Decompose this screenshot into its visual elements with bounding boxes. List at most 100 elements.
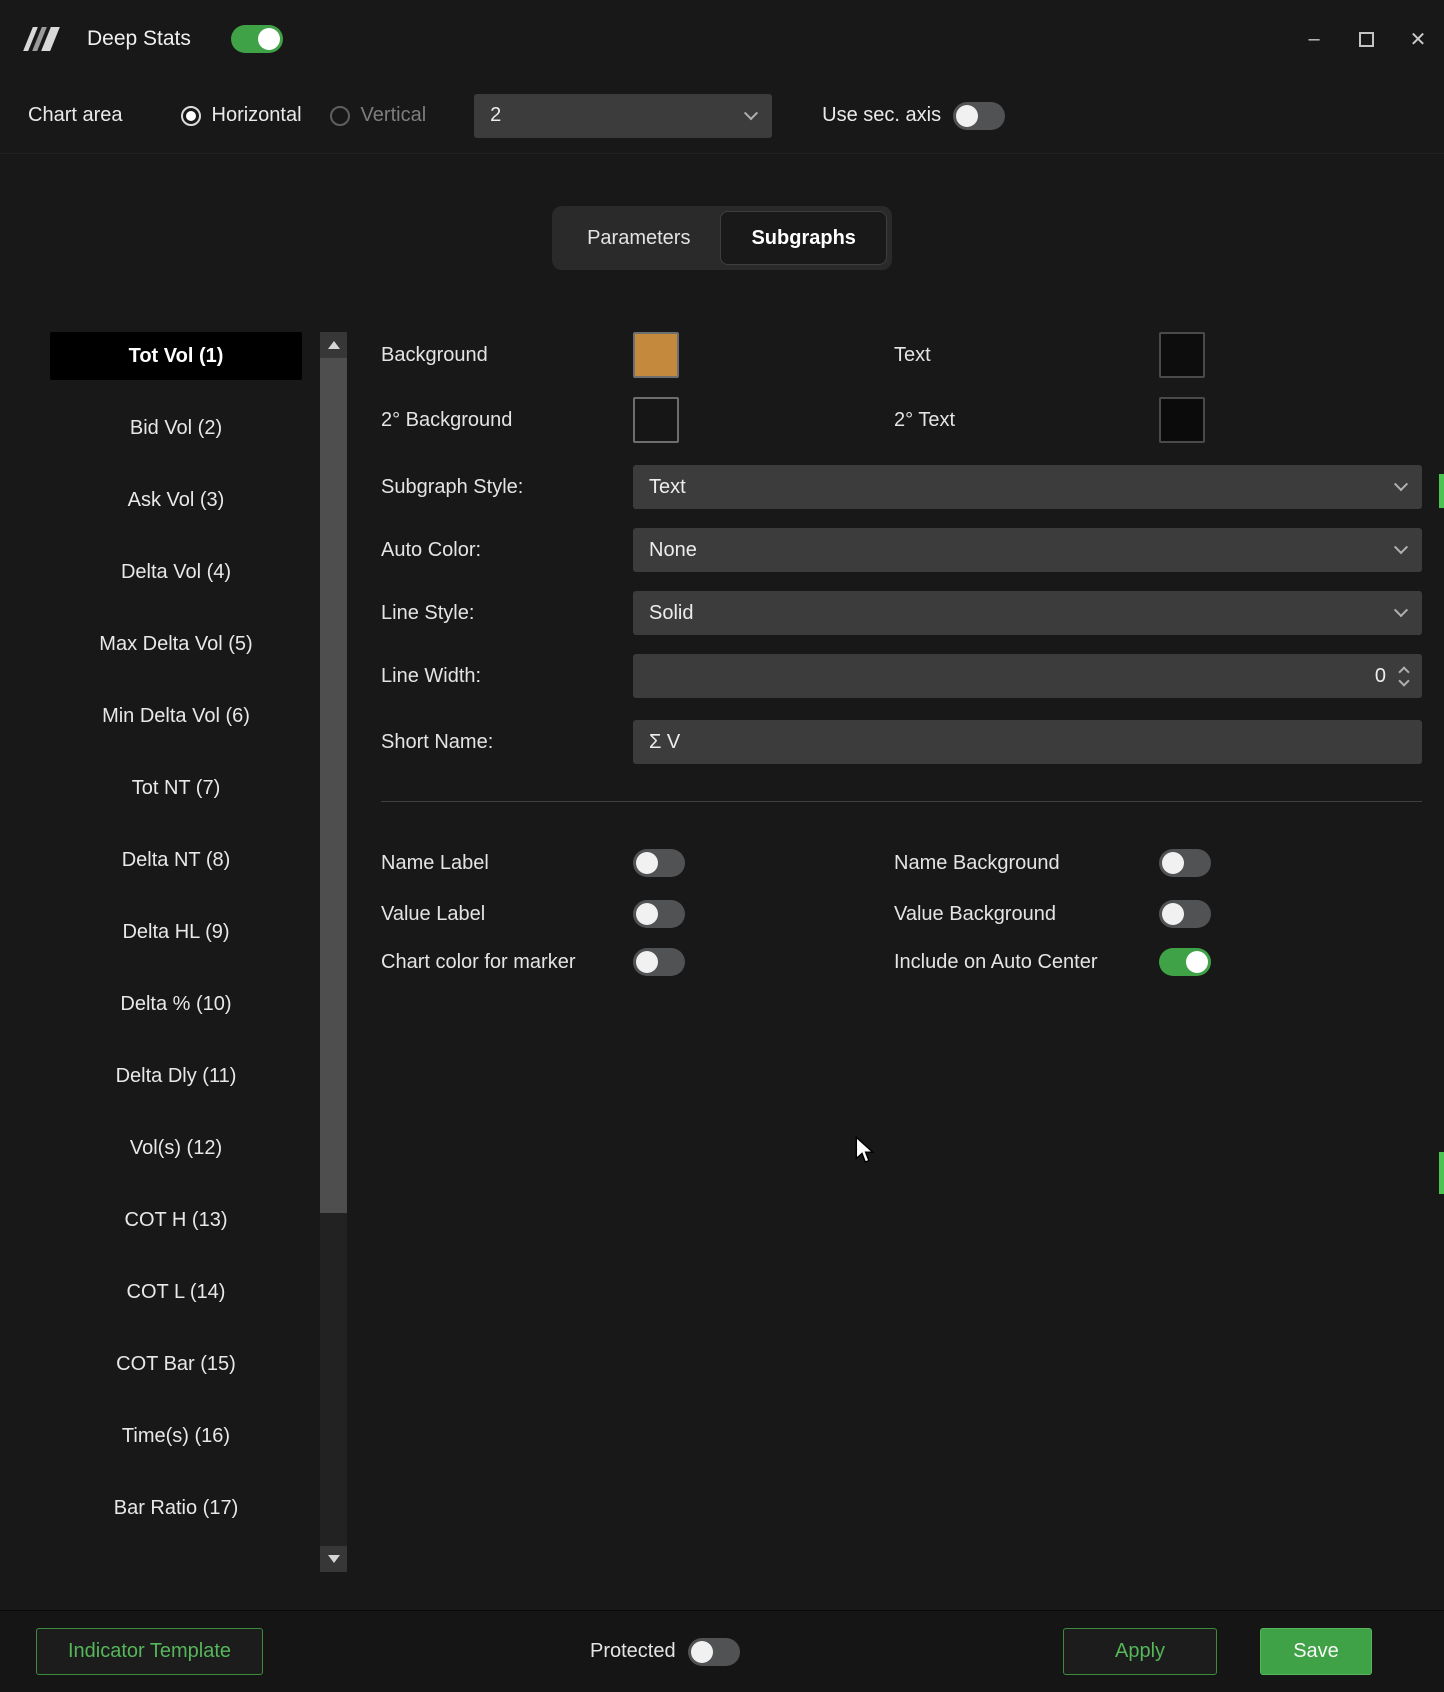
subgraph-item-ask-vol[interactable]: Ask Vol (3) xyxy=(50,476,302,524)
name-label-label: Name Label xyxy=(381,852,633,875)
indicator-template-button[interactable]: Indicator Template xyxy=(36,1628,263,1675)
value-background-label: Value Background xyxy=(894,903,1159,926)
line-width-spinner[interactable]: 0 xyxy=(633,654,1422,698)
subgraph-item-delta-vol[interactable]: Delta Vol (4) xyxy=(50,548,302,596)
tab-subgraphs[interactable]: Subgraphs xyxy=(720,211,886,265)
subgraph-item-delta-hl[interactable]: Delta HL (9) xyxy=(50,908,302,956)
chevron-down-icon xyxy=(1394,540,1408,554)
save-button[interactable]: Save xyxy=(1260,1628,1372,1675)
arrow-down-icon xyxy=(328,1555,340,1563)
close-button[interactable]: ✕ xyxy=(1392,0,1444,78)
apply-button[interactable]: Apply xyxy=(1063,1628,1217,1675)
deep-stats-window: Deep Stats – ✕ Chart area Horizontal Ver… xyxy=(0,0,1444,1692)
radio-horizontal[interactable]: Horizontal xyxy=(181,104,302,127)
value-label-toggle[interactable] xyxy=(633,900,685,928)
orientation-radio-group: Horizontal Vertical xyxy=(181,104,427,127)
chevron-down-icon xyxy=(1394,603,1408,617)
window-title: Deep Stats xyxy=(87,27,191,51)
name-background-toggle[interactable] xyxy=(1159,849,1211,877)
section-divider xyxy=(381,801,1422,802)
short-name-input[interactable] xyxy=(633,720,1422,764)
edge-highlight xyxy=(1439,474,1444,508)
radio-vertical[interactable]: Vertical xyxy=(330,104,427,127)
name-label-toggle[interactable] xyxy=(633,849,685,877)
spinner-down-icon[interactable] xyxy=(1398,675,1409,686)
short-name-label: Short Name: xyxy=(381,731,633,754)
subgraph-item-bid-vol[interactable]: Bid Vol (2) xyxy=(50,404,302,452)
background-color-swatch[interactable] xyxy=(633,332,679,378)
radio-horizontal-label: Horizontal xyxy=(212,104,302,127)
minimize-icon: – xyxy=(1308,28,1319,51)
subgraph-style-value: Text xyxy=(649,476,686,499)
chart-area-toolbar: Chart area Horizontal Vertical 2 Use sec… xyxy=(0,78,1444,154)
tab-parameters[interactable]: Parameters xyxy=(557,211,720,265)
text-color-swatch[interactable] xyxy=(1159,332,1205,378)
text-label: Text xyxy=(894,344,1159,367)
tab-bar: Parameters Subgraphs xyxy=(552,206,892,270)
titlebar: Deep Stats – ✕ xyxy=(0,0,1444,78)
chart-color-marker-toggle[interactable] xyxy=(633,948,685,976)
protected-toggle[interactable] xyxy=(688,1638,740,1666)
scrollbar-down-button[interactable] xyxy=(320,1546,347,1572)
scrollbar-up-button[interactable] xyxy=(320,332,347,358)
value-background-toggle[interactable] xyxy=(1159,900,1211,928)
value-label-label: Value Label xyxy=(381,903,633,926)
subgraph-item-cot-l[interactable]: COT L (14) xyxy=(50,1268,302,1316)
subgraph-item-cot-h[interactable]: COT H (13) xyxy=(50,1196,302,1244)
text2-color-swatch[interactable] xyxy=(1159,397,1205,443)
subgraph-style-label: Subgraph Style: xyxy=(381,476,633,499)
background-label: Background xyxy=(381,344,633,367)
subgraph-item-bar-ratio[interactable]: Bar Ratio (17) xyxy=(50,1484,302,1532)
chevron-down-icon xyxy=(744,106,758,120)
maximize-icon xyxy=(1359,32,1374,47)
edge-highlight xyxy=(1439,1152,1444,1194)
auto-color-select[interactable]: None xyxy=(633,528,1422,572)
pane-count-value: 2 xyxy=(490,104,501,127)
subgraph-item-delta-dly[interactable]: Delta Dly (11) xyxy=(50,1052,302,1100)
include-auto-center-toggle[interactable] xyxy=(1159,948,1211,976)
text2-label: 2° Text xyxy=(894,409,1159,432)
chart-area-label: Chart area xyxy=(28,104,123,127)
line-width-value: 0 xyxy=(1375,665,1386,688)
app-logo-icon xyxy=(28,26,55,52)
line-style-select[interactable]: Solid xyxy=(633,591,1422,635)
scrollbar-track[interactable] xyxy=(320,358,347,1546)
scrollbar-thumb[interactable] xyxy=(320,358,347,1213)
auto-color-label: Auto Color: xyxy=(381,539,633,562)
subgraph-item-vols[interactable]: Vol(s) (12) xyxy=(50,1124,302,1172)
subgraph-item-cot-bar[interactable]: COT Bar (15) xyxy=(50,1340,302,1388)
subgraph-settings-form: Background Text 2° Background 2° Text Su… xyxy=(381,332,1422,976)
sec-axis-toggle[interactable] xyxy=(953,102,1005,130)
footer-bar: Indicator Template Protected Apply Save xyxy=(0,1610,1444,1692)
background2-color-swatch[interactable] xyxy=(633,397,679,443)
protected-group: Protected xyxy=(590,1611,740,1692)
spinner-arrows xyxy=(1400,668,1408,685)
subgraph-item-tot-vol[interactable]: Tot Vol (1) xyxy=(50,332,302,380)
sec-axis-label: Use sec. axis xyxy=(822,104,941,127)
content-area: Parameters Subgraphs Tot Vol (1) Bid Vol… xyxy=(0,154,1444,1610)
subgraph-item-min-delta-vol[interactable]: Min Delta Vol (6) xyxy=(50,692,302,740)
window-controls: – ✕ xyxy=(1288,0,1444,78)
subgraph-item-delta-pct[interactable]: Delta % (10) xyxy=(50,980,302,1028)
minimize-button[interactable]: – xyxy=(1288,0,1340,78)
pane-count-select[interactable]: 2 xyxy=(474,94,772,138)
subgraph-item-max-delta-vol[interactable]: Max Delta Vol (5) xyxy=(50,620,302,668)
line-width-label: Line Width: xyxy=(381,665,633,688)
radio-vertical-icon xyxy=(330,106,350,126)
include-auto-center-label: Include on Auto Center xyxy=(894,951,1159,974)
auto-color-value: None xyxy=(649,539,697,562)
chart-color-marker-label: Chart color for marker xyxy=(381,951,633,974)
maximize-button[interactable] xyxy=(1340,0,1392,78)
name-background-label: Name Background xyxy=(894,852,1159,875)
subgraph-item-tot-nt[interactable]: Tot NT (7) xyxy=(50,764,302,812)
chevron-down-icon xyxy=(1394,477,1408,491)
radio-vertical-label: Vertical xyxy=(361,104,427,127)
close-icon: ✕ xyxy=(1410,27,1427,52)
subgraph-item-times[interactable]: Time(s) (16) xyxy=(50,1412,302,1460)
subgraph-style-select[interactable]: Text xyxy=(633,465,1422,509)
sec-axis-group: Use sec. axis xyxy=(822,102,1005,130)
list-scrollbar xyxy=(320,332,347,1572)
background2-label: 2° Background xyxy=(381,409,633,432)
subgraph-item-delta-nt[interactable]: Delta NT (8) xyxy=(50,836,302,884)
indicator-enabled-toggle[interactable] xyxy=(231,25,283,53)
